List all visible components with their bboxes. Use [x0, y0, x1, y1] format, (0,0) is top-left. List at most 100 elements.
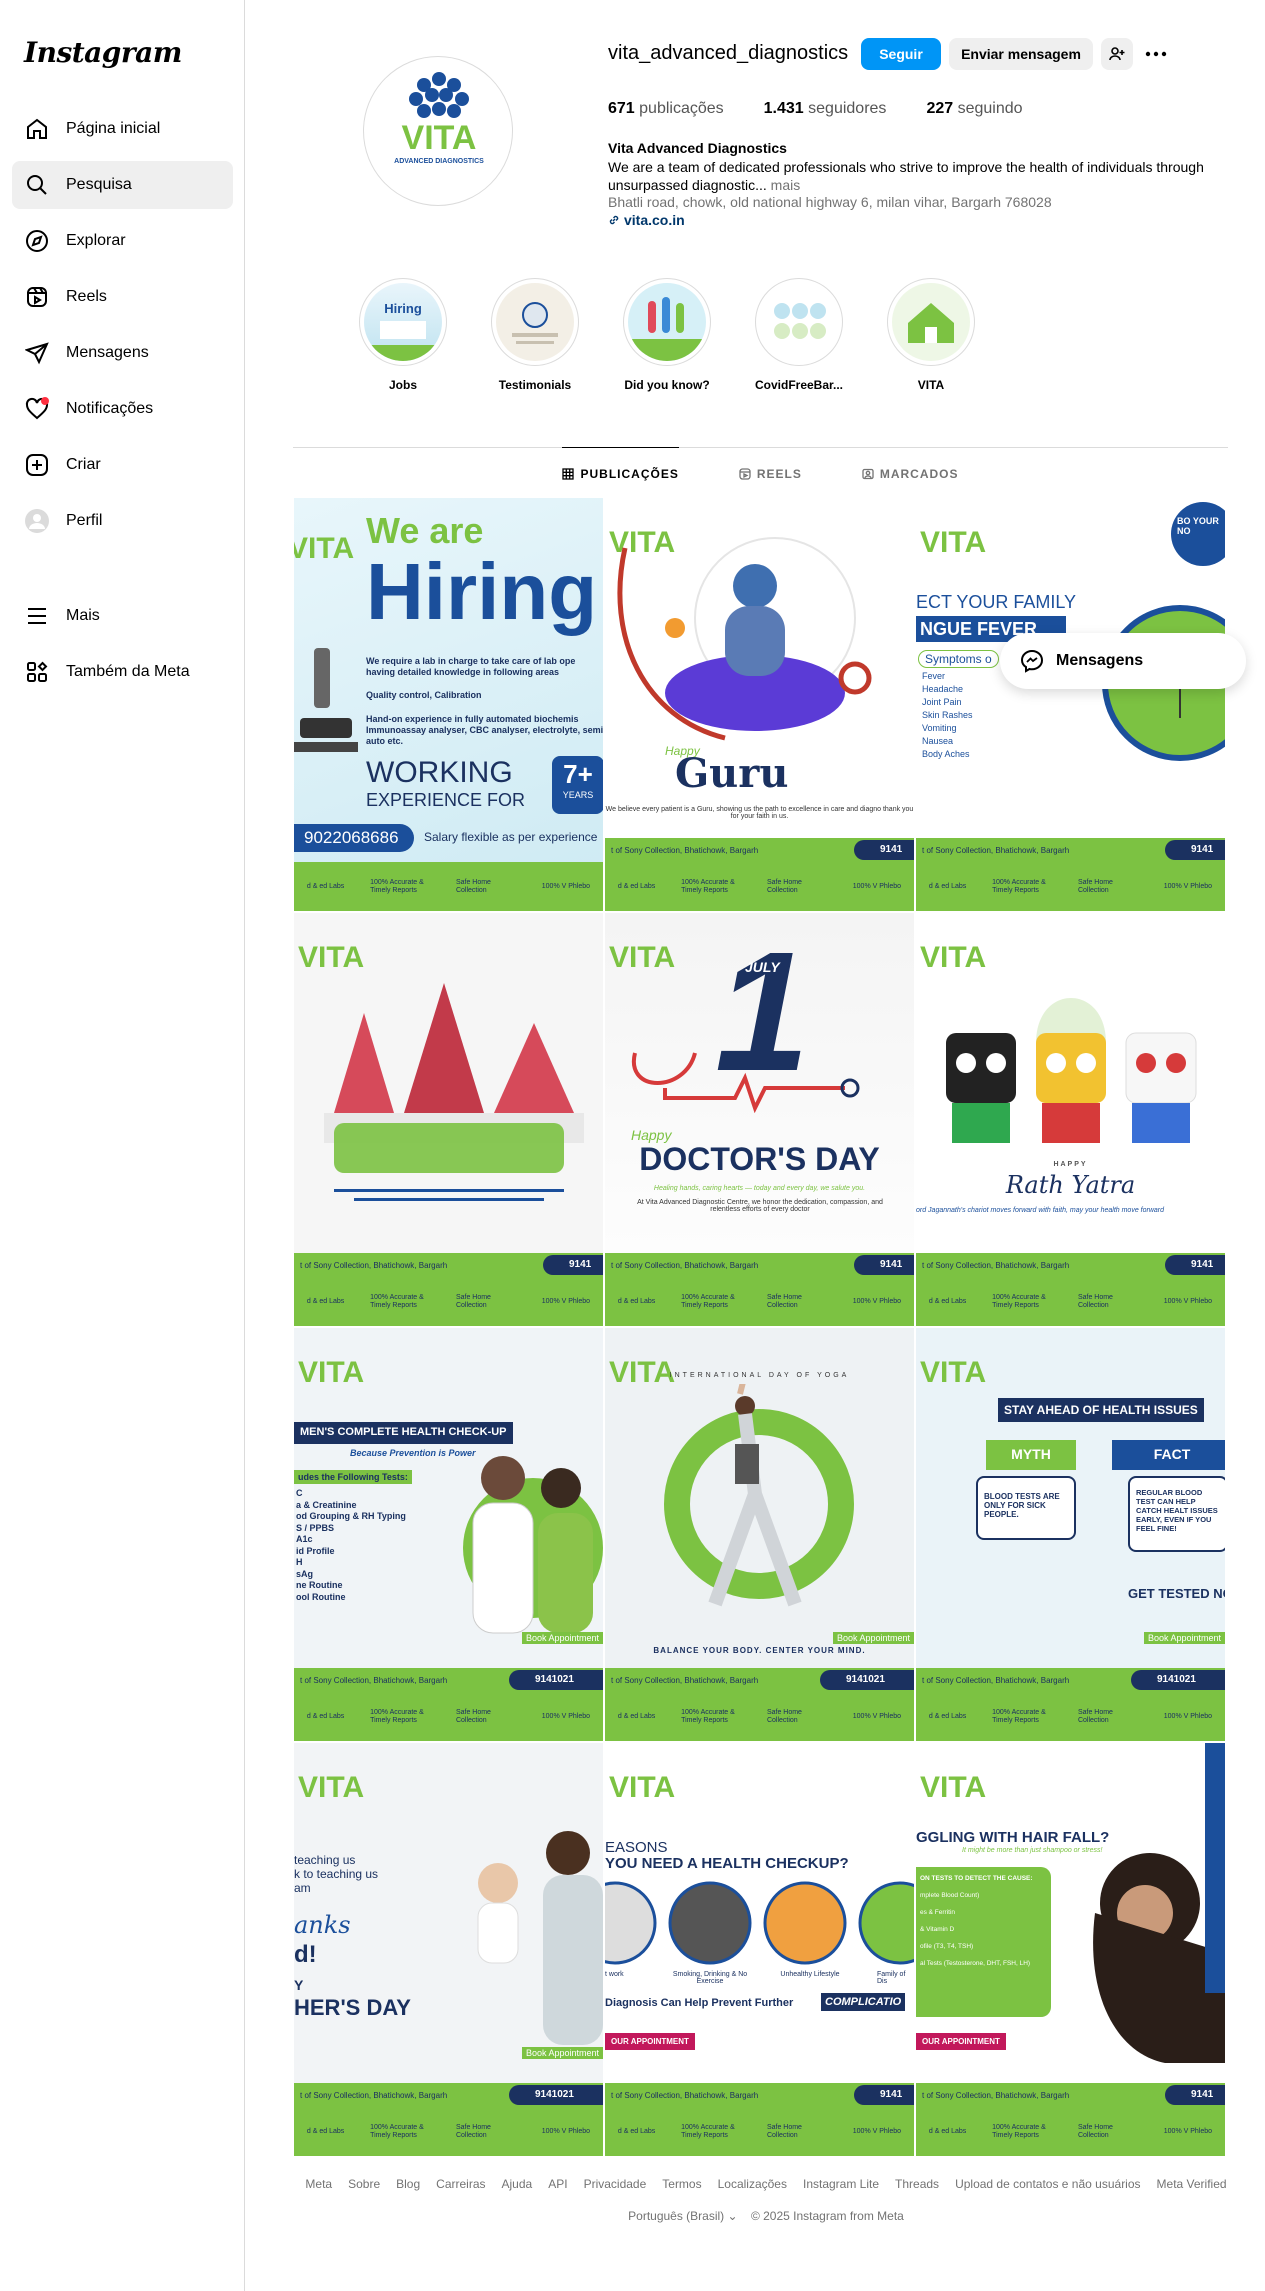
tab-posts[interactable]: PUBLICAÇÕES — [562, 447, 679, 499]
footer-link[interactable]: Upload de contatos e não usuários — [955, 2177, 1140, 2191]
father-baby-photo-icon — [477, 1831, 603, 2045]
post-doctors-day[interactable]: VITA 1 JULY Happy DOCTOR'S DAY Healing h… — [605, 913, 914, 1326]
post-phone: 9141 — [854, 2085, 914, 2105]
footer-link[interactable]: Privacidade — [584, 2177, 647, 2191]
tab-tagged[interactable]: MARCADOS — [862, 447, 959, 499]
post-footer-bar: d & ed Labs 100% Accurate & Timely Report… — [916, 1692, 1225, 1741]
sidebar-item-search[interactable]: Pesquisa — [12, 161, 233, 209]
post-phone: 9141021 — [509, 2085, 603, 2105]
post-hair-fall[interactable]: VITA GGLING WITH HAIR FALL? It might be … — [916, 1743, 1225, 2156]
followers-count[interactable]: 1.431 seguidores — [764, 100, 887, 118]
followers-number: 1.431 — [763, 100, 804, 117]
post-health-checkup-reasons[interactable]: VITA EASONS YOU NEED A HEALTH CHECKUP? t… — [605, 1743, 914, 2156]
instagram-logo[interactable]: Instagram — [24, 36, 182, 69]
post-years-label: YEARS — [562, 790, 594, 800]
bio-text: We are a team of dedicated professionals… — [608, 159, 1204, 193]
highlight-covid[interactable]: CovidFreeBar... — [733, 278, 865, 392]
footer-item: d & ed Labs — [928, 882, 967, 890]
highlight-testimonials[interactable]: Testimonials — [469, 278, 601, 392]
sidebar-item-home[interactable]: Página inicial — [12, 105, 233, 153]
footer-link[interactable]: Ajuda — [502, 2177, 533, 2191]
footer-link[interactable]: Blog — [396, 2177, 420, 2191]
highlight-did-you-know[interactable]: Did you know? — [601, 278, 733, 392]
sidebar-item-messages[interactable]: Mensagens — [12, 329, 233, 377]
post-rath-yatra[interactable]: VITA HAPPY Rath Yatra ord Jagannath's ch… — [916, 913, 1225, 1326]
post-guru[interactable]: VITA Happy Guru We believe every patient… — [605, 498, 914, 911]
post-myth: MYTH — [986, 1440, 1076, 1470]
highlight-cover — [628, 283, 706, 361]
tab-label: MARCADOS — [879, 466, 959, 481]
highlight-label: Jobs — [388, 378, 417, 392]
post-hiring[interactable]: VITA We are Hiring We require a lab in c… — [294, 498, 603, 911]
footer-item: Safe Home Collection — [455, 1293, 491, 1309]
footer-item: 100% V Phlebo — [1163, 1712, 1213, 1720]
doctor-patient-photo-icon — [463, 1456, 603, 1634]
sidebar-item-notifications[interactable]: Notificações — [12, 385, 233, 433]
sidebar-item-more[interactable]: Mais — [12, 592, 233, 640]
highlight-vita[interactable]: VITA — [865, 278, 997, 392]
footer-item: d & ed Labs — [306, 1297, 345, 1305]
heart-icon — [24, 396, 50, 422]
test-item: S / PPBS — [296, 1522, 335, 1533]
test-item: & Vitamin D — [920, 1926, 955, 1933]
sidebar-item-label: Também da Meta — [66, 663, 190, 680]
post-month: JULY — [745, 959, 780, 975]
bio-more-link[interactable]: mais — [771, 177, 801, 193]
post-book-label: Book Appointment — [1143, 1632, 1225, 1644]
send-message-button[interactable]: Enviar mensagem — [949, 38, 1093, 70]
notification-dot — [41, 397, 49, 405]
post-years-badge: 7+ YEARS — [552, 756, 603, 814]
more-options-button[interactable] — [1143, 42, 1169, 66]
sidebar-item-explore[interactable]: Explorar — [12, 217, 233, 265]
following-count[interactable]: 227 seguindo — [926, 100, 1022, 118]
sidebar-item-meta[interactable]: Também da Meta — [12, 648, 233, 696]
profile-avatar[interactable]: VITA ADVANCED DIAGNOSTICS — [363, 56, 513, 206]
follow-button[interactable]: Seguir — [861, 38, 941, 70]
test-item: id Profile — [296, 1545, 335, 1556]
posts-number: 671 — [608, 100, 635, 117]
suggest-users-button[interactable] — [1101, 38, 1133, 70]
post-bahuda-yatra[interactable]: VITA t of Sony Collection, Bhatichowk, B… — [294, 913, 603, 1326]
footer-link[interactable]: Termos — [662, 2177, 701, 2191]
footer-item: 100% V Phlebo — [852, 882, 902, 890]
posts-grid: VITA We are Hiring We require a lab in c… — [294, 498, 1225, 2156]
post-myth-fact[interactable]: VITA STAY AHEAD OF HEALTH ISSUES MYTH FA… — [916, 1328, 1225, 1741]
footer-link[interactable]: Instagram Lite — [803, 2177, 879, 2191]
sidebar-item-reels[interactable]: Reels — [12, 273, 233, 321]
messages-float-button[interactable]: Mensagens — [1000, 633, 1246, 689]
footer-item: 100% Accurate & Timely Reports — [681, 1708, 735, 1724]
highlight-jobs[interactable]: Hiring Jobs — [337, 278, 469, 392]
logo-subtext: ADVANCED DIAGNOSTICS — [394, 158, 484, 165]
profile-website[interactable]: vita.co.in — [608, 212, 685, 228]
symptom-list: Fever Headache Joint Pain Skin Rashes Vo… — [922, 670, 973, 761]
post-yoga-day[interactable]: VITA INTERNATIONAL DAY OF YOGA BALANCE Y… — [605, 1328, 914, 1741]
post-footer-bar: d & ed Labs 100% Accurate & Timely Report… — [916, 2107, 1225, 2156]
footer-link[interactable]: Sobre — [348, 2177, 380, 2191]
footer-link[interactable]: Threads — [895, 2177, 939, 2191]
hiring-thumbnail-icon: Hiring — [364, 301, 442, 361]
sidebar-item-profile[interactable]: Perfil — [12, 497, 233, 545]
footer-link[interactable]: API — [548, 2177, 567, 2191]
post-phone: 9141021 — [509, 1670, 603, 1690]
footer-item: 100% V Phlebo — [1163, 1297, 1213, 1305]
post-salary: Salary flexible as per experience — [424, 830, 598, 844]
footer-link[interactable]: Localizações — [718, 2177, 787, 2191]
post-phone: 9141 — [1165, 2085, 1225, 2105]
tagged-icon — [862, 468, 874, 479]
messenger-icon — [1020, 649, 1044, 673]
post-womens-health[interactable]: VITA MEN'S COMPLETE HEALTH CHECK-UP Beca… — [294, 1328, 603, 1741]
language-selector[interactable]: Português (Brasil) — [628, 2209, 724, 2223]
tab-reels[interactable]: REELS — [739, 447, 802, 499]
menu-icon — [24, 603, 50, 629]
post-dengue[interactable]: VITA BO YOUR NO ECT YOUR FAMILY NGUE FEV… — [916, 498, 1225, 911]
footer-link[interactable]: Carreiras — [436, 2177, 485, 2191]
post-experience: EXPERIENCE FOR — [366, 790, 526, 810]
highlight-label: CovidFreeBar... — [754, 378, 844, 392]
post-fathers-day[interactable]: VITA teaching us k to teaching us am ank… — [294, 1743, 603, 2156]
sidebar-item-create[interactable]: Criar — [12, 441, 233, 489]
footer-link[interactable]: Meta Verified — [1157, 2177, 1227, 2191]
footer-item: 100% V Phlebo — [852, 1297, 902, 1305]
footer-link[interactable]: Meta — [305, 2177, 332, 2191]
home-icon — [24, 116, 50, 142]
post-brand: VITA — [298, 1771, 365, 1804]
